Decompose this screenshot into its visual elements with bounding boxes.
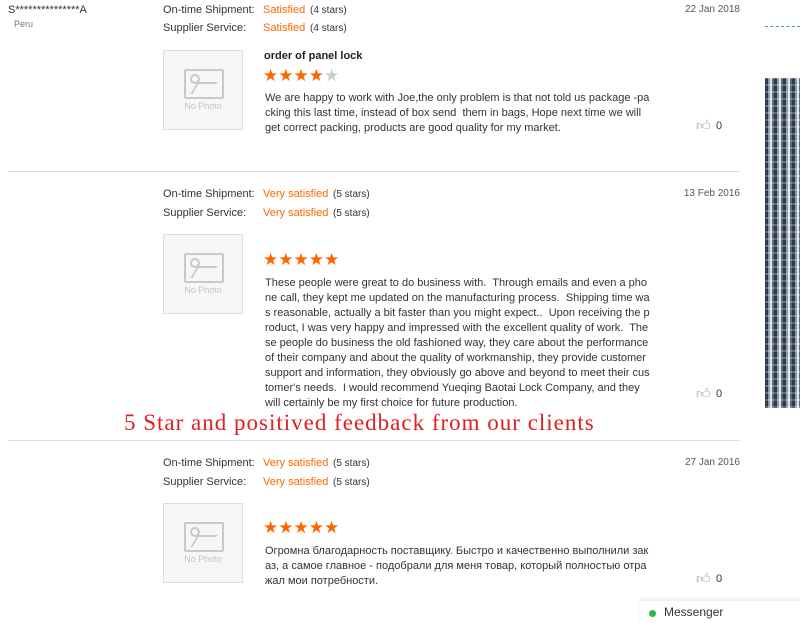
star-filled-icon: ★ bbox=[308, 250, 324, 269]
service-label: Supplier Service: bbox=[163, 22, 247, 34]
review-photo: No Photo bbox=[163, 234, 243, 314]
review-date: 27 Jan 2016 bbox=[684, 457, 740, 468]
no-photo-text: No Photo bbox=[184, 101, 222, 111]
service-stars: (5 stars) bbox=[333, 477, 370, 488]
shipment-label: On-time Shipment: bbox=[163, 457, 255, 469]
thumbs-up-icon[interactable]: 👍︎ bbox=[696, 385, 711, 402]
dashed-line bbox=[765, 26, 800, 27]
service-rating: Satisfied bbox=[263, 22, 306, 34]
star-filled-icon: ★ bbox=[308, 518, 324, 537]
star-filled-icon: ★ bbox=[263, 66, 279, 85]
service-stars: (4 stars) bbox=[310, 23, 347, 34]
review-text: We are happy to work with Joe,the only p… bbox=[265, 92, 650, 134]
star-filled-icon: ★ bbox=[278, 518, 294, 537]
image-placeholder-icon bbox=[184, 253, 224, 283]
online-status-icon bbox=[649, 610, 656, 617]
star-filled-icon: ★ bbox=[263, 250, 279, 269]
shipment-rating: Very satisfied bbox=[263, 457, 329, 469]
shipment-label: On-time Shipment: bbox=[163, 4, 255, 16]
buyer-name: S***************A bbox=[8, 4, 87, 16]
like-count: 0 bbox=[716, 120, 723, 132]
review-title: order of panel lock bbox=[264, 50, 363, 62]
review-text: These people were great to do business w… bbox=[265, 277, 652, 409]
messenger-widget[interactable]: Messenger bbox=[640, 600, 800, 623]
star-filled-icon: ★ bbox=[324, 250, 340, 269]
shipment-stars: (5 stars) bbox=[333, 189, 370, 200]
messenger-label: Messenger bbox=[664, 605, 724, 619]
star-filled-icon: ★ bbox=[293, 518, 309, 537]
shipment-rating: Satisfied bbox=[263, 4, 306, 16]
divider bbox=[8, 440, 740, 441]
shipment-label: On-time Shipment: bbox=[163, 188, 255, 200]
thumbs-up-icon[interactable]: 👍︎ bbox=[696, 570, 711, 587]
overlay-caption: 5 Star and positived feedback from our c… bbox=[124, 410, 595, 435]
no-photo-text: No Photo bbox=[184, 554, 222, 564]
review-text: Огромна благодарность поставщику. Быстро… bbox=[265, 545, 649, 587]
like-count: 0 bbox=[716, 388, 723, 400]
review-photo: No Photo bbox=[163, 503, 243, 583]
no-photo-text: No Photo bbox=[184, 285, 222, 295]
service-label: Supplier Service: bbox=[163, 476, 247, 488]
service-stars: (5 stars) bbox=[333, 208, 370, 219]
review-photo: No Photo bbox=[163, 50, 243, 130]
star-filled-icon: ★ bbox=[293, 250, 309, 269]
shipment-stars: (4 stars) bbox=[310, 5, 347, 16]
service-label: Supplier Service: bbox=[163, 207, 247, 219]
product-image bbox=[765, 78, 800, 408]
buyer-country: Peru bbox=[14, 19, 34, 29]
star-filled-icon: ★ bbox=[278, 66, 294, 85]
star-filled-icon: ★ bbox=[263, 518, 279, 537]
review-date: 13 Feb 2016 bbox=[683, 188, 740, 199]
star-filled-icon: ★ bbox=[324, 518, 340, 537]
service-rating: Very satisfied bbox=[263, 476, 329, 488]
thumbs-up-icon[interactable]: 👍︎ bbox=[696, 117, 711, 134]
image-placeholder-icon bbox=[184, 69, 224, 99]
star-filled-icon: ★ bbox=[278, 250, 294, 269]
divider bbox=[8, 171, 740, 172]
image-placeholder-icon bbox=[184, 522, 224, 552]
review-stars: ★★★★★ bbox=[263, 250, 339, 270]
star-filled-icon: ★ bbox=[293, 66, 309, 85]
review-stars: ★★★★★ bbox=[263, 66, 339, 86]
review-date: 22 Jan 2018 bbox=[684, 4, 740, 15]
star-empty-icon: ★ bbox=[324, 66, 340, 85]
shipment-rating: Very satisfied bbox=[263, 188, 329, 200]
review-stars: ★★★★★ bbox=[263, 518, 339, 538]
star-filled-icon: ★ bbox=[308, 66, 324, 85]
like-count: 0 bbox=[716, 573, 723, 585]
shipment-stars: (5 stars) bbox=[333, 458, 370, 469]
service-rating: Very satisfied bbox=[263, 207, 329, 219]
